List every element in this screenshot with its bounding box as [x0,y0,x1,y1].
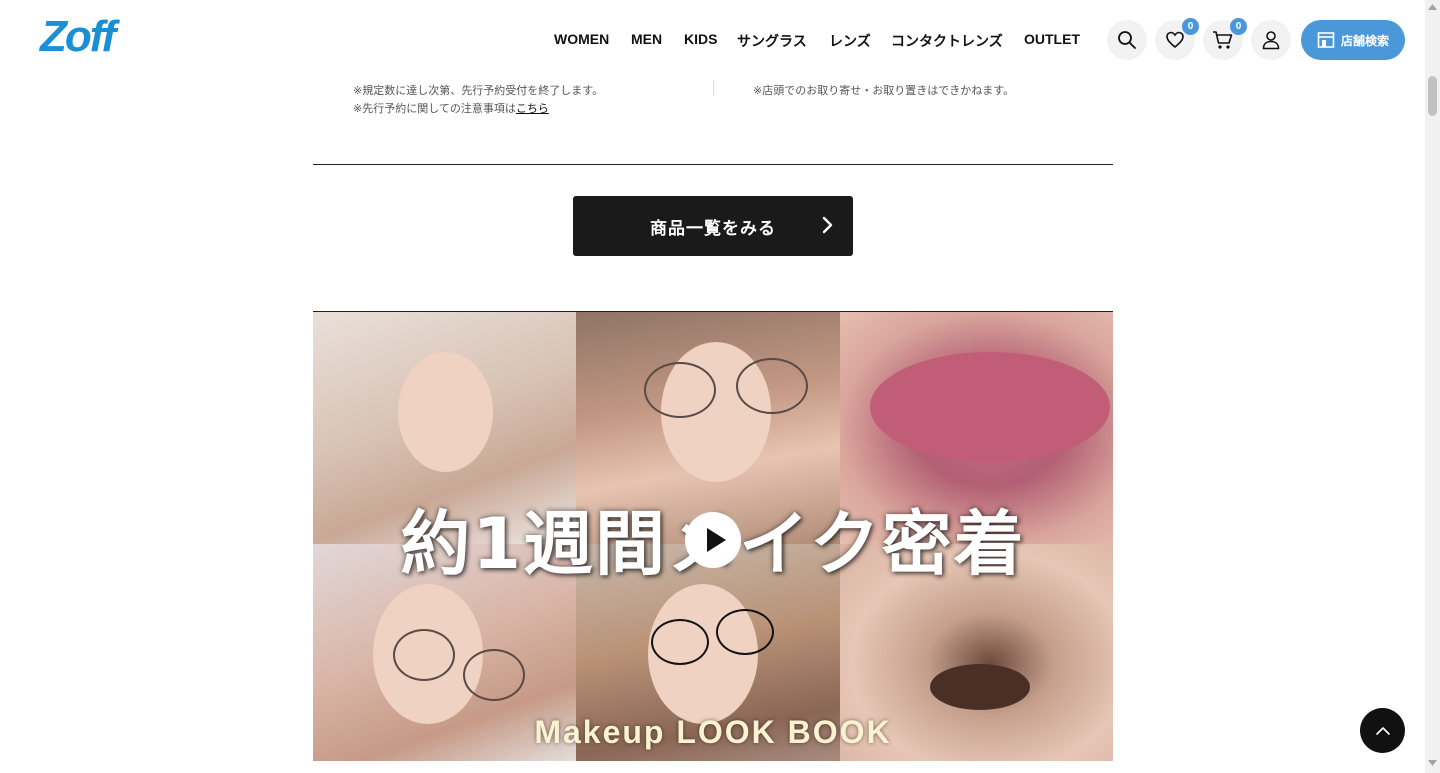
nav-item-contact-lens[interactable]: コンタクトレンズ [891,31,1024,51]
search-icon [1118,31,1136,49]
main-nav: WOMEN MEN KIDS サングラス レンズ コンタクトレンズ OUTLET [554,31,1080,51]
view-products-label: 商品一覧をみる [650,218,776,239]
cart-icon [1213,31,1233,49]
preorder-notes: ※規定数に達し次第、先行予約受付を終了します。 ※先行予約に関しての注意事項はこ… [353,82,603,118]
search-button[interactable] [1107,20,1147,60]
favorites-button[interactable]: 0 [1155,18,1199,60]
section-divider [313,164,1113,165]
cart-button[interactable]: 0 [1203,18,1247,60]
makeup-video-thumbnail[interactable]: 約1週間メイク密着 Makeup LOOK BOOK [313,312,1113,761]
scroll-down-arrow-icon[interactable] [1428,760,1437,766]
nav-item-sunglasses[interactable]: サングラス [737,31,829,51]
account-button[interactable] [1251,20,1291,60]
store-search-button[interactable]: 店舗検索 [1301,20,1405,60]
preorder-notes-link[interactable]: こちら [516,102,549,115]
store-note-1: ※店頭でのお取り寄せ・お取り置きはできかねます。 [753,84,1015,97]
nav-item-women[interactable]: WOMEN [554,31,631,51]
nav-item-outlet[interactable]: OUTLET [1024,31,1080,51]
preorder-note-2: ※先行予約に関しての注意事項はこちら [353,100,603,118]
store-icon [1317,32,1335,48]
store-search-label: 店舗検索 [1340,33,1389,48]
cart-count-badge: 0 [1230,18,1247,35]
heart-icon [1166,31,1184,49]
site-header: Zoff WOMEN MEN KIDS サングラス レンズ コンタクトレンズ O… [0,0,1425,80]
chevron-up-icon [1375,726,1390,735]
nav-item-lens[interactable]: レンズ [829,31,891,51]
page-scrollbar[interactable] [1425,0,1440,773]
view-products-button[interactable]: 商品一覧をみる [573,196,853,256]
nav-item-men[interactable]: MEN [631,31,684,51]
back-to-top-button[interactable] [1360,708,1405,753]
favorites-count-badge: 0 [1182,18,1199,35]
scrollbar-thumb[interactable] [1428,76,1437,116]
chevron-right-icon [822,216,833,234]
preorder-note-2-text: ※先行予約に関しての注意事項は [353,102,516,115]
store-notes: ※店頭でのお取り寄せ・お取り置きはできかねます。 [753,82,1014,100]
user-icon [1262,31,1280,50]
scroll-up-arrow-icon[interactable] [1428,4,1437,10]
video-subtitle: Makeup LOOK BOOK [534,714,892,750]
zoff-logo[interactable]: Zoff [40,12,116,62]
play-icon[interactable] [683,510,743,570]
preorder-note-1: ※規定数に達し次第、先行予約受付を終了します。 [353,84,604,97]
nav-item-kids[interactable]: KIDS [684,31,737,51]
notes-divider [713,80,714,96]
